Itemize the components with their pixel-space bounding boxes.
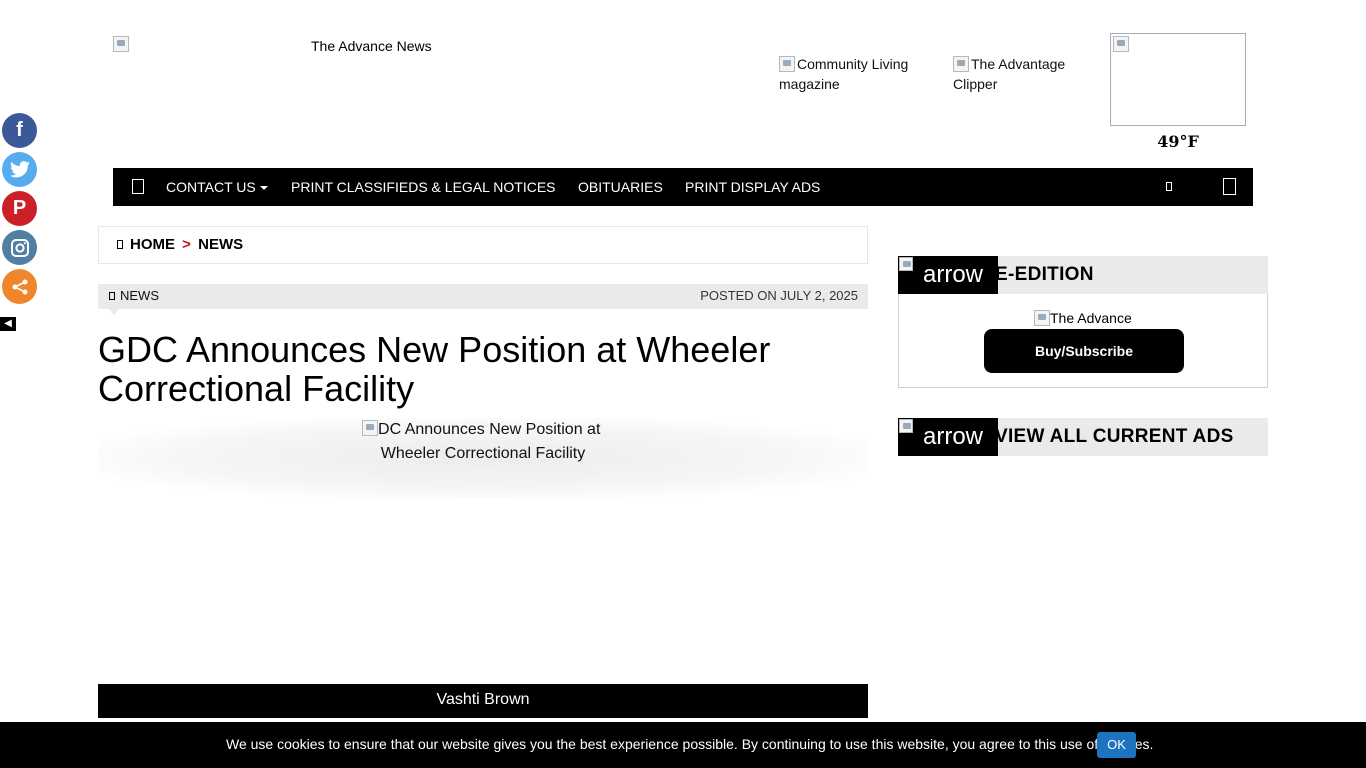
eedition-cover-image[interactable]: The Advance <box>1034 310 1132 326</box>
eedition-widget-header: arrow E-EDITION <box>898 256 1268 294</box>
article-title: GDC Announces New Position at Wheeler Co… <box>98 329 771 409</box>
article-posted-date: POSTED ON JULY 2, 2025 <box>700 288 858 303</box>
eedition-cover-alt: The Advance <box>1050 310 1132 326</box>
caret-down-icon <box>259 186 268 191</box>
twitter-share-button[interactable] <box>2 152 37 187</box>
broken-image-icon <box>1113 36 1129 52</box>
pinterest-share-button[interactable]: P <box>2 191 37 226</box>
article-category-label: NEWS <box>120 288 159 303</box>
partner-alt-line: Community Living <box>797 56 909 72</box>
eedition-widget-title: E-EDITION <box>995 264 1094 285</box>
breadcrumb-separator: > <box>182 236 191 253</box>
buy-subscribe-button[interactable]: Buy/Subscribe <box>984 329 1184 373</box>
hide-arrow-icon: ◀ <box>4 318 12 329</box>
weather-widget[interactable] <box>1110 33 1246 126</box>
partner-alt-line: Clipper <box>953 76 998 92</box>
partner-logo-community-living[interactable]: Community Living magazine <box>779 54 908 94</box>
article-author[interactable]: Vashti Brown <box>98 684 868 718</box>
arrow-image-alt: arrow <box>923 423 984 450</box>
broken-image-icon <box>899 257 913 271</box>
arrow-image: arrow <box>898 256 998 294</box>
hide-share-bar-button[interactable]: ◀ <box>0 317 16 331</box>
facebook-share-button[interactable]: f <box>2 113 37 148</box>
cookie-consent-bar: We use cookies to ensure that our websit… <box>0 722 1366 768</box>
nav-item-print-classifieds[interactable]: PRINT CLASSIFIEDS & LEGAL NOTICES <box>291 168 556 206</box>
weather-temperature: 49°F <box>1157 132 1199 151</box>
eedition-widget-body: The Advance Buy/Subscribe <box>898 294 1268 388</box>
cookie-ok-button[interactable]: OK <box>1097 732 1136 758</box>
broken-image-icon <box>362 420 378 436</box>
main-nav: CONTACT US PRINT CLASSIFIEDS & LEGAL NOT… <box>113 168 1253 206</box>
instagram-icon <box>10 238 29 257</box>
meta-notch <box>109 309 119 315</box>
featured-image-alt: GDC Announces New Position at Wheeler Co… <box>365 421 601 462</box>
search-icon[interactable] <box>1166 182 1172 191</box>
facebook-icon: f <box>16 119 23 141</box>
partner-alt-line: The Advantage <box>971 56 1066 72</box>
twitter-icon <box>9 161 30 178</box>
broken-image-icon <box>953 56 969 72</box>
more-share-button[interactable] <box>2 269 37 304</box>
nav-item-contact-us[interactable]: CONTACT US <box>166 168 268 206</box>
partner-alt-line: magazine <box>779 76 840 92</box>
broken-image-icon <box>899 419 913 433</box>
breadcrumb: HOME > NEWS <box>98 226 868 264</box>
site-logo[interactable]: The Advance News <box>113 36 433 54</box>
arrow-image: arrow <box>898 418 998 456</box>
folder-icon <box>109 291 115 300</box>
ads-widget-header: arrow VIEW ALL CURRENT ADS <box>898 418 1268 456</box>
broken-image-icon <box>113 36 129 52</box>
broken-image-icon <box>779 56 795 72</box>
home-icon[interactable] <box>132 179 144 194</box>
article-category[interactable]: NEWS <box>109 284 159 307</box>
cookie-message: We use cookies to ensure that our websit… <box>226 736 1154 752</box>
nav-item-label: CONTACT US <box>166 179 256 195</box>
breadcrumb-current[interactable]: NEWS <box>198 236 243 253</box>
arrow-image-alt: arrow <box>923 261 984 288</box>
site-logo-alt: The Advance News <box>311 38 432 54</box>
featured-image-alt-wrap: GDC Announces New Position at Wheeler Co… <box>362 418 604 466</box>
partner-logo-advantage-clipper[interactable]: The Advantage Clipper <box>953 54 1065 94</box>
pinterest-icon: P <box>12 197 27 219</box>
instagram-share-button[interactable] <box>2 230 37 265</box>
nav-item-print-display-ads[interactable]: PRINT DISPLAY ADS <box>685 168 820 206</box>
home-icon <box>117 239 123 249</box>
breadcrumb-home[interactable]: HOME <box>130 236 175 253</box>
ads-widget-title[interactable]: VIEW ALL CURRENT ADS <box>995 418 1234 456</box>
nav-item-obituaries[interactable]: OBITUARIES <box>578 168 663 206</box>
menu-icon[interactable] <box>1223 178 1236 195</box>
article-featured-image[interactable]: GDC Announces New Position at Wheeler Co… <box>98 418 868 498</box>
article-meta-bar: NEWS POSTED ON JULY 2, 2025 <box>98 284 868 315</box>
broken-image-icon <box>1034 310 1050 326</box>
share-icon <box>12 279 27 294</box>
